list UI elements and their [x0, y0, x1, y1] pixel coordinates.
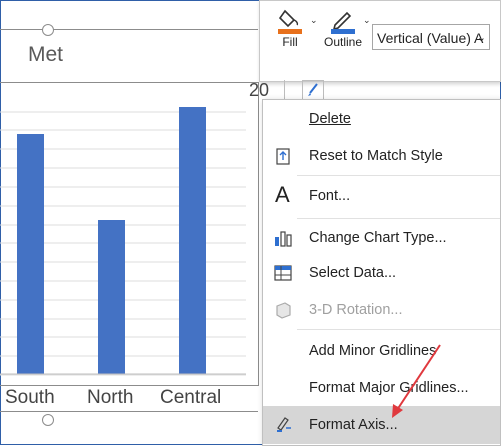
value-axis-tick-label: 20 [249, 80, 270, 100]
category-label-central: Central [160, 387, 222, 408]
chevron-down-icon: ⌄ [476, 32, 486, 44]
chart-element-select[interactable]: Vertical (Value) A ⌄ [372, 24, 490, 50]
bar-central[interactable] [179, 107, 206, 374]
outline-dropdown-caret[interactable]: ⌄ [363, 15, 371, 26]
rotation-3d-icon [276, 302, 291, 319]
menu-item-reset-style-label: Reset to Match Style [309, 148, 443, 164]
menu-item-format-axis-label: Format Axis... [309, 417, 398, 433]
select-data-icon [274, 265, 292, 281]
menu-item-change-chart-type[interactable]: Change Chart Type... [263, 220, 500, 256]
menu-item-font-label: Font... [309, 188, 351, 204]
menu-item-add-minor-gridlines-label: Add Minor Gridlines [309, 343, 437, 359]
menu-item-select-data[interactable]: Select Data... [263, 255, 500, 291]
value-axis-strip[interactable] [246, 78, 260, 381]
menu-item-delete[interactable]: Delete [263, 101, 500, 137]
fill-button[interactable]: Fill [272, 7, 308, 49]
menu-separator [297, 218, 500, 219]
fill-dropdown-caret[interactable]: ⌄ [310, 15, 318, 26]
chart-bottom-border [0, 411, 258, 412]
menu-item-reset-style[interactable]: Reset to Match Style [263, 138, 500, 174]
category-label-south: South [5, 387, 55, 408]
resize-handle-bottom[interactable] [42, 414, 54, 426]
bar-north[interactable] [98, 220, 125, 374]
menu-item-font[interactable]: A Font... [263, 178, 500, 214]
category-label-north: North [87, 387, 134, 408]
menu-item-delete-label: Delete [309, 111, 351, 127]
reset-style-icon [276, 148, 290, 165]
menu-item-select-data-label: Select Data... [309, 265, 397, 281]
chart-element-select-value: Vertical (Value) A [377, 30, 484, 46]
menu-item-add-minor-gridlines[interactable]: Add Minor Gridlines [263, 333, 500, 369]
outline-label: Outline [323, 35, 363, 49]
fill-label: Fill [282, 35, 298, 49]
menu-item-change-chart-type-label: Change Chart Type... [309, 230, 447, 246]
pen-outline-icon [331, 11, 355, 34]
context-menu: Delete Reset to Match Style A Font... Ch… [262, 99, 501, 446]
menu-item-3d-rotation-label: 3-D Rotation... [309, 302, 403, 318]
format-mini-toolbar: Fill ⌄ Outline ⌄ Vertical (Value) A ⌄ [259, 0, 501, 82]
menu-separator [297, 329, 500, 330]
plot-svg [0, 107, 246, 376]
font-icon: A [275, 182, 290, 207]
menu-separator [297, 175, 500, 176]
format-axis-icon [277, 417, 291, 432]
outline-button[interactable]: Outline [320, 7, 366, 49]
chart-styles-icon[interactable] [302, 80, 324, 100]
menu-item-format-major-gridlines-label: Format Major Gridlines... [309, 380, 469, 396]
bar-south[interactable] [17, 134, 44, 374]
menu-item-format-axis[interactable]: Format Axis... [263, 406, 500, 444]
menu-item-3d-rotation: 3-D Rotation... [263, 292, 500, 328]
chart-type-icon [275, 231, 292, 247]
paint-bucket-icon [278, 9, 302, 34]
menu-item-format-major-gridlines[interactable]: Format Major Gridlines... [263, 370, 500, 406]
